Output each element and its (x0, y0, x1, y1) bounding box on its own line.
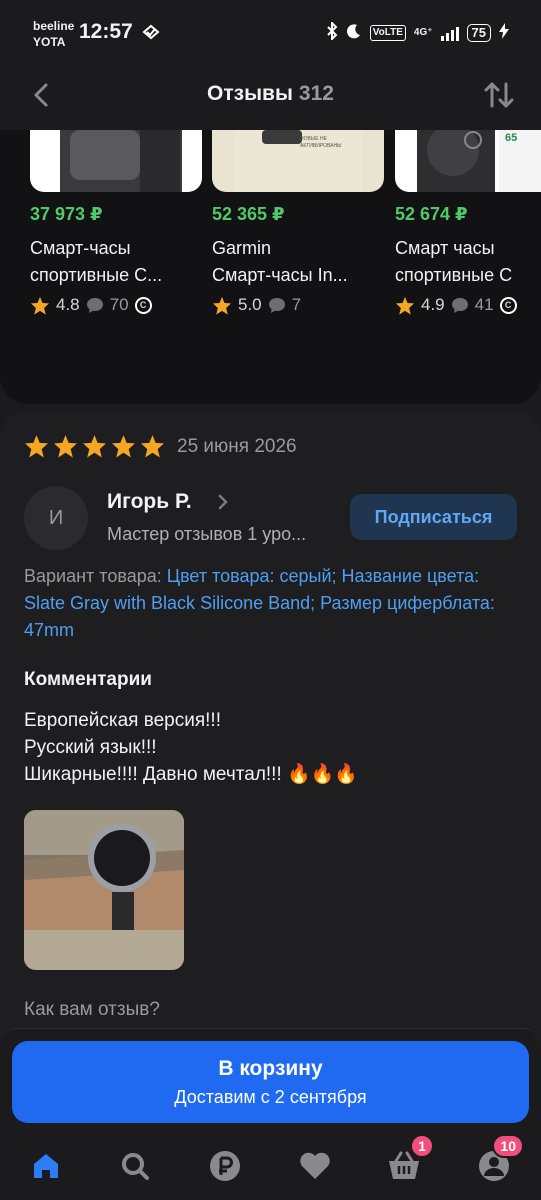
review-card: 25 июня 2026 И Игорь Р. Мастер отзывов 1… (0, 410, 541, 1050)
heart-icon (300, 1152, 330, 1179)
comment-icon (451, 297, 468, 313)
author-name[interactable]: Игорь Р. (107, 490, 192, 514)
product-price: 37 973 ₽ (30, 204, 103, 224)
product-name-line-1: Смарт-часы (30, 238, 131, 258)
charging-icon (499, 23, 509, 42)
status-bar: beeline YOTA 12:57 VoLTE 4G⁺ 75 (0, 0, 541, 66)
copyright-badge-icon: C (134, 296, 152, 314)
copyright-badge-icon: C (499, 296, 517, 314)
product-price: 52 674 ₽ (395, 204, 468, 224)
product-name: Смарт часы спортивные С (395, 235, 541, 289)
variant-label: Вариант товара: (24, 566, 162, 586)
ruble-icon (210, 1151, 240, 1181)
product-review-count: 7 (291, 295, 302, 314)
star-icon (212, 296, 232, 315)
carrier-1: beeline (33, 19, 75, 33)
product-meta: 5.0 7 (212, 295, 384, 315)
tab-search[interactable] (115, 1146, 155, 1186)
product-image: 65 (395, 130, 541, 192)
subscribe-button[interactable]: Подписаться (350, 494, 517, 540)
comment-icon (86, 297, 103, 313)
avatar[interactable]: И (24, 486, 88, 550)
comments-heading: Комментарии (24, 669, 152, 690)
star-icon (25, 435, 48, 458)
product-variant: Вариант товара: Цвет товара: серый; Назв… (24, 563, 524, 644)
product-price: 52 365 ₽ (212, 204, 285, 224)
review-comment: Европейская версия!!! Русский язык!!! Ши… (24, 710, 358, 785)
status-icons: VoLTE 4G⁺ 75 (326, 20, 509, 43)
tab-favorites[interactable] (295, 1146, 335, 1186)
similar-products-carousel[interactable]: 37 973 ₽ Смарт-часы спортивные С... 4.8 … (0, 130, 541, 404)
cta-panel: В корзину Доставим с 2 сентября (0, 1028, 541, 1128)
notifications-badge: 10 (492, 1134, 524, 1158)
star-icon (112, 435, 135, 458)
product-card[interactable]: 37 973 ₽ Смарт-часы спортивные С... 4.8 … (30, 130, 202, 315)
search-icon (122, 1153, 149, 1180)
bottom-tab-bar: 1 10 (0, 1128, 541, 1200)
carrier-names: beeline YOTA (33, 18, 74, 50)
product-rating: 4.8 (56, 295, 80, 314)
star-icon (395, 296, 415, 315)
product-meta: 4.9 41 C (395, 295, 541, 315)
cart-count-badge: 1 (410, 1134, 434, 1158)
review-photo[interactable] (24, 810, 184, 970)
volte-icon: VoLTE (369, 24, 406, 41)
product-name: Garmin Смарт-часы In... (212, 235, 384, 289)
sort-button[interactable] (483, 80, 515, 110)
product-review-count: 41 (474, 295, 494, 314)
comment-icon (268, 297, 285, 313)
product-image-caption: НОВЫЕ НЕ АКТИВИРОВАНЫ (300, 136, 342, 149)
delivery-date: Доставим с 2 сентября (174, 1086, 367, 1107)
product-name-line-2: Смарт-часы In... (212, 265, 348, 285)
product-name-line-2: спортивные С (395, 265, 513, 285)
tab-home[interactable] (26, 1146, 66, 1186)
top-app-bar: Отзывы 312 (0, 66, 541, 126)
product-rating: 5.0 (238, 295, 262, 314)
product-name: Смарт-часы спортивные С... (30, 235, 202, 289)
signal-icon (440, 25, 459, 41)
clock: 12:57 (79, 20, 133, 43)
product-card[interactable]: НОВЫЕ НЕ АКТИВИРОВАНЫ 52 365 ₽ Garmin См… (212, 130, 384, 315)
data-saver-icon (142, 24, 160, 45)
tab-profile[interactable]: 10 (474, 1134, 524, 1186)
review-count: 312 (298, 82, 334, 105)
page-title-text: Отзывы (207, 82, 293, 105)
product-image (30, 130, 202, 192)
product-name-line-1: Смарт часы (395, 238, 495, 258)
tab-finance[interactable] (205, 1146, 245, 1186)
product-meta: 4.8 70 C (30, 295, 202, 315)
product-image: НОВЫЕ НЕ АКТИВИРОВАНЫ (212, 130, 384, 192)
product-image-caption: 65 (505, 132, 518, 144)
home-icon (34, 1154, 58, 1178)
review-date: 25 июня 2026 (177, 436, 297, 457)
battery-icon: 75 (466, 23, 491, 42)
author-rank: Мастер отзывов 1 уро... (107, 524, 307, 544)
review-stars (24, 434, 165, 458)
add-to-cart-button[interactable]: В корзину Доставим с 2 сентября (12, 1041, 529, 1123)
moon-icon (346, 23, 362, 42)
page-title: Отзывы 312 (0, 82, 541, 106)
star-icon (54, 435, 77, 458)
product-rating: 4.9 (421, 295, 445, 314)
chevron-right-icon[interactable] (217, 493, 229, 517)
sort-icon (484, 82, 514, 108)
product-card[interactable]: 65 52 674 ₽ Смарт часы спортивные С 4.9 … (395, 130, 541, 315)
add-to-cart-label: В корзину (218, 1056, 323, 1080)
product-name-line-1: Garmin (212, 238, 272, 258)
product-review-count: 70 (109, 295, 129, 314)
bluetooth-icon (326, 20, 338, 43)
review-feedback-prompt: Как вам отзыв? (24, 999, 160, 1020)
star-icon (30, 296, 50, 315)
network-type-icon: 4G⁺ (413, 27, 433, 38)
carrier-2: YOTA (33, 35, 66, 49)
star-icon (141, 435, 164, 458)
product-name-line-2: спортивные С... (30, 265, 163, 285)
tab-cart[interactable]: 1 (384, 1134, 434, 1186)
star-icon (83, 435, 106, 458)
